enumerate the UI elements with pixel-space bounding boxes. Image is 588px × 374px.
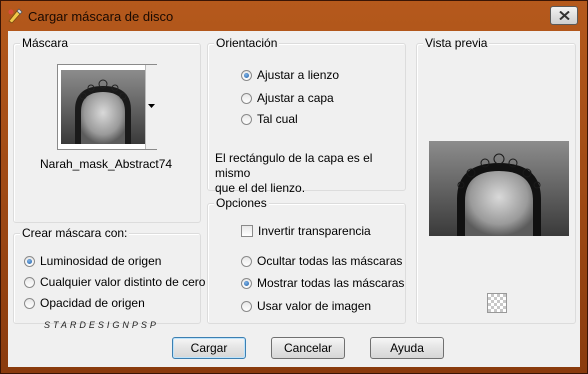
dialog-window: Cargar máscara de disco Máscara Narah_ma…	[0, 0, 588, 374]
close-button[interactable]	[550, 6, 578, 25]
radio-circle	[241, 113, 252, 125]
radio-circle	[241, 69, 252, 81]
window-title: Cargar máscara de disco	[28, 9, 174, 24]
help-button[interactable]: Ayuda	[370, 337, 444, 359]
radio-fit-canvas[interactable]: Ajustar a lienzo	[241, 68, 339, 82]
description-line: que el del lienzo.	[215, 181, 306, 195]
radio-circle	[24, 255, 35, 267]
radio-label: Usar valor de imagen	[257, 299, 372, 313]
radio-source-opacity[interactable]: Opacidad de origen	[24, 296, 145, 310]
radio-hide-all-masks[interactable]: Ocultar todas las máscaras	[241, 254, 402, 268]
create-mask-group-label: Crear máscara con:	[20, 226, 130, 240]
description-line: El rectángulo de la capa es el mismo	[215, 151, 373, 180]
options-group: Opciones Invertir transparencia Ocultar …	[207, 196, 406, 324]
radio-circle	[24, 297, 35, 309]
thumbnail-dropdown[interactable]	[145, 65, 157, 149]
preview-image	[429, 141, 569, 236]
radio-fit-layer[interactable]: Ajustar a capa	[241, 91, 334, 105]
app-icon	[8, 8, 23, 24]
preview-group-label: Vista previa	[423, 36, 490, 50]
radio-circle	[241, 300, 252, 312]
chevron-down-icon	[148, 104, 155, 108]
radio-circle	[24, 276, 35, 288]
close-icon	[559, 11, 570, 20]
radio-label: Mostrar todas las máscaras	[257, 276, 405, 290]
options-group-label: Opciones	[214, 196, 269, 210]
orientation-group: Orientación Ajustar a lienzo Ajustar a c…	[207, 36, 406, 195]
radio-as-is[interactable]: Tal cual	[241, 112, 298, 126]
radio-source-luminance[interactable]: Luminosidad de origen	[24, 254, 161, 268]
mask-thumbnail	[61, 70, 145, 144]
radio-label: Ajustar a capa	[257, 91, 334, 105]
watermark-text: STARDESIGNPSP	[44, 320, 159, 330]
load-button[interactable]: Cargar	[172, 337, 246, 359]
radio-show-all-masks[interactable]: Mostrar todas las máscaras	[241, 276, 404, 290]
invert-transparency-checkbox[interactable]: Invertir transparencia	[241, 224, 371, 238]
radio-label: Cualquier valor distinto de cero	[40, 275, 206, 289]
radio-circle	[241, 255, 252, 267]
checkbox-box	[241, 225, 253, 237]
dialog-client: Máscara Narah_mask_Abstract74 Crear másc…	[8, 31, 580, 367]
radio-circle	[241, 92, 252, 104]
mask-thumbnail-picker[interactable]	[57, 64, 157, 150]
transparency-toggle[interactable]	[487, 293, 507, 313]
radio-label: Opacidad de origen	[40, 296, 145, 310]
preview-group: Vista previa	[416, 36, 576, 324]
radio-label: Ajustar a lienzo	[257, 68, 340, 82]
title-bar[interactable]: Cargar máscara de disco	[1, 1, 587, 31]
radio-use-image-value[interactable]: Usar valor de imagen	[241, 299, 371, 313]
radio-any-nonzero[interactable]: Cualquier valor distinto de cero	[24, 275, 205, 289]
radio-label: Tal cual	[257, 112, 298, 126]
cancel-button[interactable]: Cancelar	[271, 337, 345, 359]
mask-group-label: Máscara	[20, 36, 71, 50]
mask-group: Máscara Narah_mask_Abstract74	[13, 36, 201, 223]
create-mask-group: Crear máscara con: Luminosidad de origen…	[13, 226, 205, 324]
checkbox-label: Invertir transparencia	[258, 224, 371, 238]
mask-name: Narah_mask_Abstract74	[40, 157, 173, 171]
radio-circle	[241, 277, 252, 289]
radio-label: Luminosidad de origen	[40, 254, 162, 268]
orientation-group-label: Orientación	[214, 36, 280, 50]
radio-label: Ocultar todas las máscaras	[257, 254, 403, 268]
orientation-description: El rectángulo de la capa es el mismo que…	[215, 151, 405, 196]
